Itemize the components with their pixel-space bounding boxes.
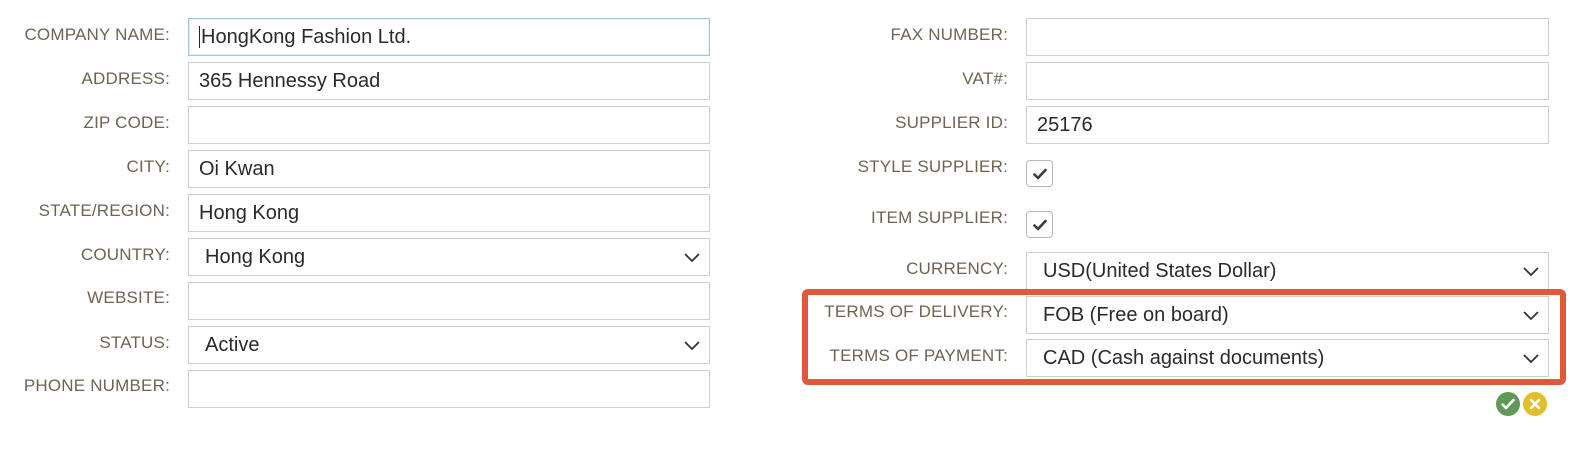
terms-of-delivery-value: FOB (Free on board) xyxy=(1043,303,1229,326)
chevron-down-icon xyxy=(1523,267,1539,277)
country-label: COUNTRY: xyxy=(80,245,170,264)
vat-label: VAT#: xyxy=(962,69,1008,88)
supplier-form: COMPANY NAME: HongKong Fashion Ltd. ADDR… xyxy=(0,0,1574,462)
address-input[interactable]: 365 Hennessy Road xyxy=(188,62,710,100)
currency-value: USD(United States Dollar) xyxy=(1043,259,1277,282)
supplier-id-value: 25176 xyxy=(1037,113,1093,136)
company-name-label: COMPANY NAME: xyxy=(24,25,170,44)
chevron-down-icon xyxy=(684,253,700,263)
country-select[interactable]: Hong Kong xyxy=(188,238,710,276)
checkmark-icon xyxy=(1032,168,1047,179)
text-caret xyxy=(199,26,200,48)
checkmark-icon xyxy=(1032,219,1047,230)
currency-select[interactable]: USD(United States Dollar) xyxy=(1026,252,1549,290)
country-value: Hong Kong xyxy=(205,245,306,268)
state-region-value: Hong Kong xyxy=(199,201,300,224)
fax-number-input[interactable] xyxy=(1026,18,1549,56)
website-input[interactable] xyxy=(188,282,710,320)
style-supplier-checkbox[interactable] xyxy=(1026,160,1053,187)
terms-of-delivery-label: TERMS OF DELIVERY: xyxy=(824,302,1008,321)
chevron-down-icon xyxy=(1523,311,1539,321)
website-label: WEBSITE: xyxy=(87,288,170,307)
terms-of-payment-label: TERMS OF PAYMENT: xyxy=(829,346,1008,365)
close-icon xyxy=(1529,398,1541,410)
address-value: 365 Hennessy Road xyxy=(199,69,381,92)
terms-of-payment-select[interactable]: CAD (Cash against documents) xyxy=(1026,339,1549,377)
terms-of-payment-value: CAD (Cash against documents) xyxy=(1043,346,1325,369)
phone-number-input[interactable] xyxy=(188,370,710,408)
city-label: CITY: xyxy=(126,157,170,176)
chevron-down-icon xyxy=(1523,354,1539,364)
zip-code-label: ZIP CODE: xyxy=(83,113,170,132)
supplier-id-label: SUPPLIER ID: xyxy=(895,113,1008,132)
phone-number-label: PHONE NUMBER: xyxy=(23,376,170,395)
check-circle-icon[interactable] xyxy=(1496,392,1520,416)
supplier-id-input[interactable]: 25176 xyxy=(1026,106,1549,144)
vat-input[interactable] xyxy=(1026,62,1549,100)
checkmark-icon xyxy=(1501,398,1515,410)
status-select[interactable]: Active xyxy=(188,326,710,364)
city-input[interactable]: Oi Kwan xyxy=(188,150,710,188)
x-circle-icon[interactable] xyxy=(1523,392,1547,416)
address-label: ADDRESS: xyxy=(81,69,170,88)
state-region-label: STATE/REGION: xyxy=(38,201,170,220)
terms-of-delivery-select[interactable]: FOB (Free on board) xyxy=(1026,296,1549,334)
currency-label: CURRENCY: xyxy=(906,259,1008,278)
state-region-input[interactable]: Hong Kong xyxy=(188,194,710,232)
city-value: Oi Kwan xyxy=(199,157,275,180)
zip-code-input[interactable] xyxy=(188,106,710,144)
status-label: STATUS: xyxy=(99,333,170,352)
company-name-value: HongKong Fashion Ltd. xyxy=(201,25,412,48)
style-supplier-label: STYLE SUPPLIER: xyxy=(857,157,1008,176)
company-name-input[interactable]: HongKong Fashion Ltd. xyxy=(188,18,710,56)
item-supplier-label: ITEM SUPPLIER: xyxy=(871,208,1008,227)
chevron-down-icon xyxy=(684,341,700,351)
item-supplier-checkbox[interactable] xyxy=(1026,211,1053,238)
status-value: Active xyxy=(205,333,260,356)
fax-number-label: FAX NUMBER: xyxy=(890,25,1008,44)
